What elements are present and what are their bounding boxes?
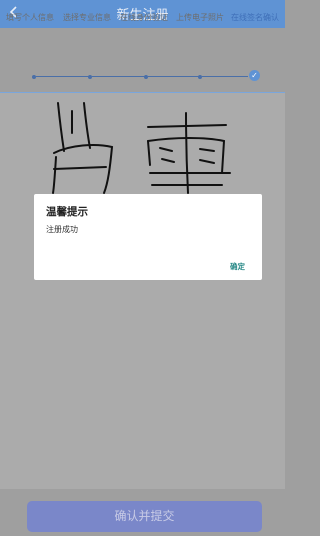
step-3-dot — [144, 75, 148, 79]
step-4-label: 上传电子照片 — [176, 13, 224, 22]
ok-button[interactable]: 确定 — [230, 261, 245, 272]
step-4-dot — [198, 75, 202, 79]
step-1-label: 填写个人信息 — [6, 13, 54, 22]
step-5-check-icon: ✓ — [249, 70, 260, 81]
step-connector — [148, 76, 200, 77]
signature-strokes — [52, 102, 231, 194]
step-5-label: 在线签名确认 — [231, 13, 279, 22]
dialog-message: 注册成功 — [46, 225, 78, 234]
alert-dialog: 温馨提示 注册成功 确定 — [34, 194, 262, 280]
step-connector — [36, 76, 90, 77]
step-connector — [202, 76, 248, 77]
step-3-label: 在线身份验证 — [120, 13, 168, 22]
step-1-dot — [32, 75, 36, 79]
submit-button[interactable]: 确认并提交 — [27, 501, 262, 532]
step-connector — [92, 76, 146, 77]
step-progress — [0, 28, 285, 90]
dialog-title: 温馨提示 — [46, 206, 88, 218]
step-2-label: 选择专业信息 — [63, 13, 111, 22]
signature-canvas[interactable] — [0, 92, 285, 490]
step-2-dot — [88, 75, 92, 79]
